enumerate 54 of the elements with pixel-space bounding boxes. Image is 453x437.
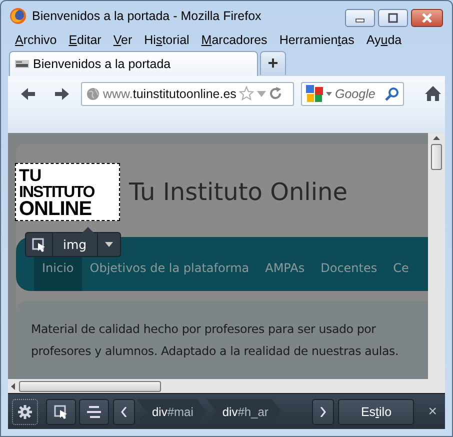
- close-icon: [421, 13, 433, 23]
- lines-icon: [87, 406, 101, 418]
- dropdown-arrow-icon[interactable]: [104, 242, 113, 247]
- settings-button[interactable]: [12, 398, 38, 424]
- inspect-button[interactable]: [46, 398, 76, 424]
- new-tab-button[interactable]: +: [260, 51, 286, 75]
- search-field[interactable]: Google: [301, 82, 404, 106]
- site-favicon-icon: [15, 59, 29, 69]
- search-placeholder: Google: [335, 86, 376, 100]
- close-button[interactable]: ×: [428, 403, 437, 420]
- menu-item[interactable]: Archivo: [9, 33, 63, 47]
- reload-icon[interactable]: [269, 87, 282, 100]
- scrollbar-thumb[interactable]: [19, 380, 161, 392]
- next-node-button[interactable]: [312, 398, 334, 424]
- menu-item[interactable]: Marcadores: [195, 33, 274, 47]
- url-text: www.tuinstitutoonline.es: [103, 86, 236, 100]
- maximize-button[interactable]: [378, 9, 408, 27]
- menu-item[interactable]: Herramientas: [273, 33, 360, 47]
- horizontal-scrollbar[interactable]: [8, 379, 428, 393]
- style-button[interactable]: Estilo: [338, 398, 414, 424]
- back-arrow-icon[interactable]: [20, 86, 36, 100]
- site-title: Tu Instituto Online: [129, 178, 348, 206]
- body-text: Material de calidad hecho por profesores para ser usado por profesores y alumnos. Adaptado a la realidad de nuestras aulas.: [31, 321, 400, 360]
- search-engine-icon[interactable]: [306, 84, 323, 102]
- gear-icon: [18, 404, 32, 418]
- home-icon[interactable]: [425, 86, 441, 101]
- browser-tab[interactable]: Bienvenidos a la portada: [9, 51, 258, 76]
- dropdown-arrow-icon[interactable]: [326, 92, 332, 96]
- maximize-icon: [387, 13, 399, 23]
- minimize-button[interactable]: [345, 9, 375, 27]
- left-arrow-icon[interactable]: [11, 382, 15, 390]
- globe-icon: [86, 86, 100, 100]
- search-icon[interactable]: [385, 86, 399, 100]
- close-button[interactable]: [411, 9, 443, 27]
- menu-item[interactable]: Historial: [138, 33, 196, 47]
- firefox-logo-icon: [9, 6, 27, 24]
- site-logo: TU INSTITUTO ONLINE: [15, 163, 120, 221]
- up-arrow-icon[interactable]: [433, 136, 440, 140]
- inspect-pointer-icon: [54, 404, 68, 418]
- previous-node-button[interactable]: [113, 398, 135, 424]
- markup-panel-button[interactable]: [79, 398, 109, 424]
- menu-item[interactable]: Ver: [107, 33, 138, 47]
- menu-item[interactable]: Editar: [62, 33, 108, 47]
- vertical-scrollbar[interactable]: [428, 133, 445, 379]
- element-tag-label: img: [53, 233, 98, 256]
- chevron-left-icon: [121, 406, 127, 416]
- address-field[interactable]: www.tuinstitutoonline.es: [81, 82, 294, 106]
- scrollbar-thumb[interactable]: [431, 144, 442, 170]
- inspect-pointer-icon[interactable]: [32, 238, 46, 252]
- chevron-right-icon: [320, 406, 326, 416]
- menu-item[interactable]: Ayuda: [360, 33, 408, 47]
- window-title: Bienvenidos a la portada - Mozilla Firefox: [32, 8, 262, 22]
- forward-arrow-icon[interactable]: [54, 86, 70, 100]
- star-icon[interactable]: [239, 86, 254, 101]
